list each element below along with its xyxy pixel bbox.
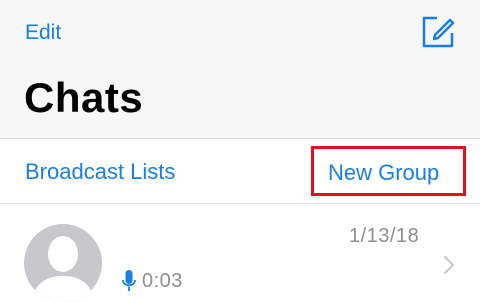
avatar-shoulders xyxy=(32,276,94,302)
chevron-right-icon xyxy=(442,254,456,276)
compose-icon xyxy=(418,12,458,52)
page-title: Chats xyxy=(24,74,144,121)
avatar xyxy=(24,224,102,302)
avatar-head xyxy=(48,236,78,272)
navigation-header: Edit Chats xyxy=(0,0,480,138)
new-group-label: New Group xyxy=(328,160,440,185)
mic-capsule xyxy=(125,270,133,284)
chat-date: 1/13/18 xyxy=(349,225,420,247)
chat-actions-bar: Broadcast Lists New Group xyxy=(0,139,480,203)
chat-list-item[interactable]: 1/13/18 0:03 xyxy=(0,204,480,302)
voice-message-duration: 0:03 xyxy=(142,270,183,292)
microphone-icon xyxy=(122,269,136,293)
broadcast-lists-link[interactable]: Broadcast Lists xyxy=(25,158,175,186)
chevron-stroke xyxy=(443,255,455,275)
edit-button[interactable]: Edit xyxy=(25,20,61,46)
compose-button[interactable] xyxy=(418,12,458,52)
compose-icon-pencil xyxy=(432,18,455,41)
default-person-avatar-icon xyxy=(24,224,102,302)
new-group-link[interactable]: New Group xyxy=(311,146,466,196)
